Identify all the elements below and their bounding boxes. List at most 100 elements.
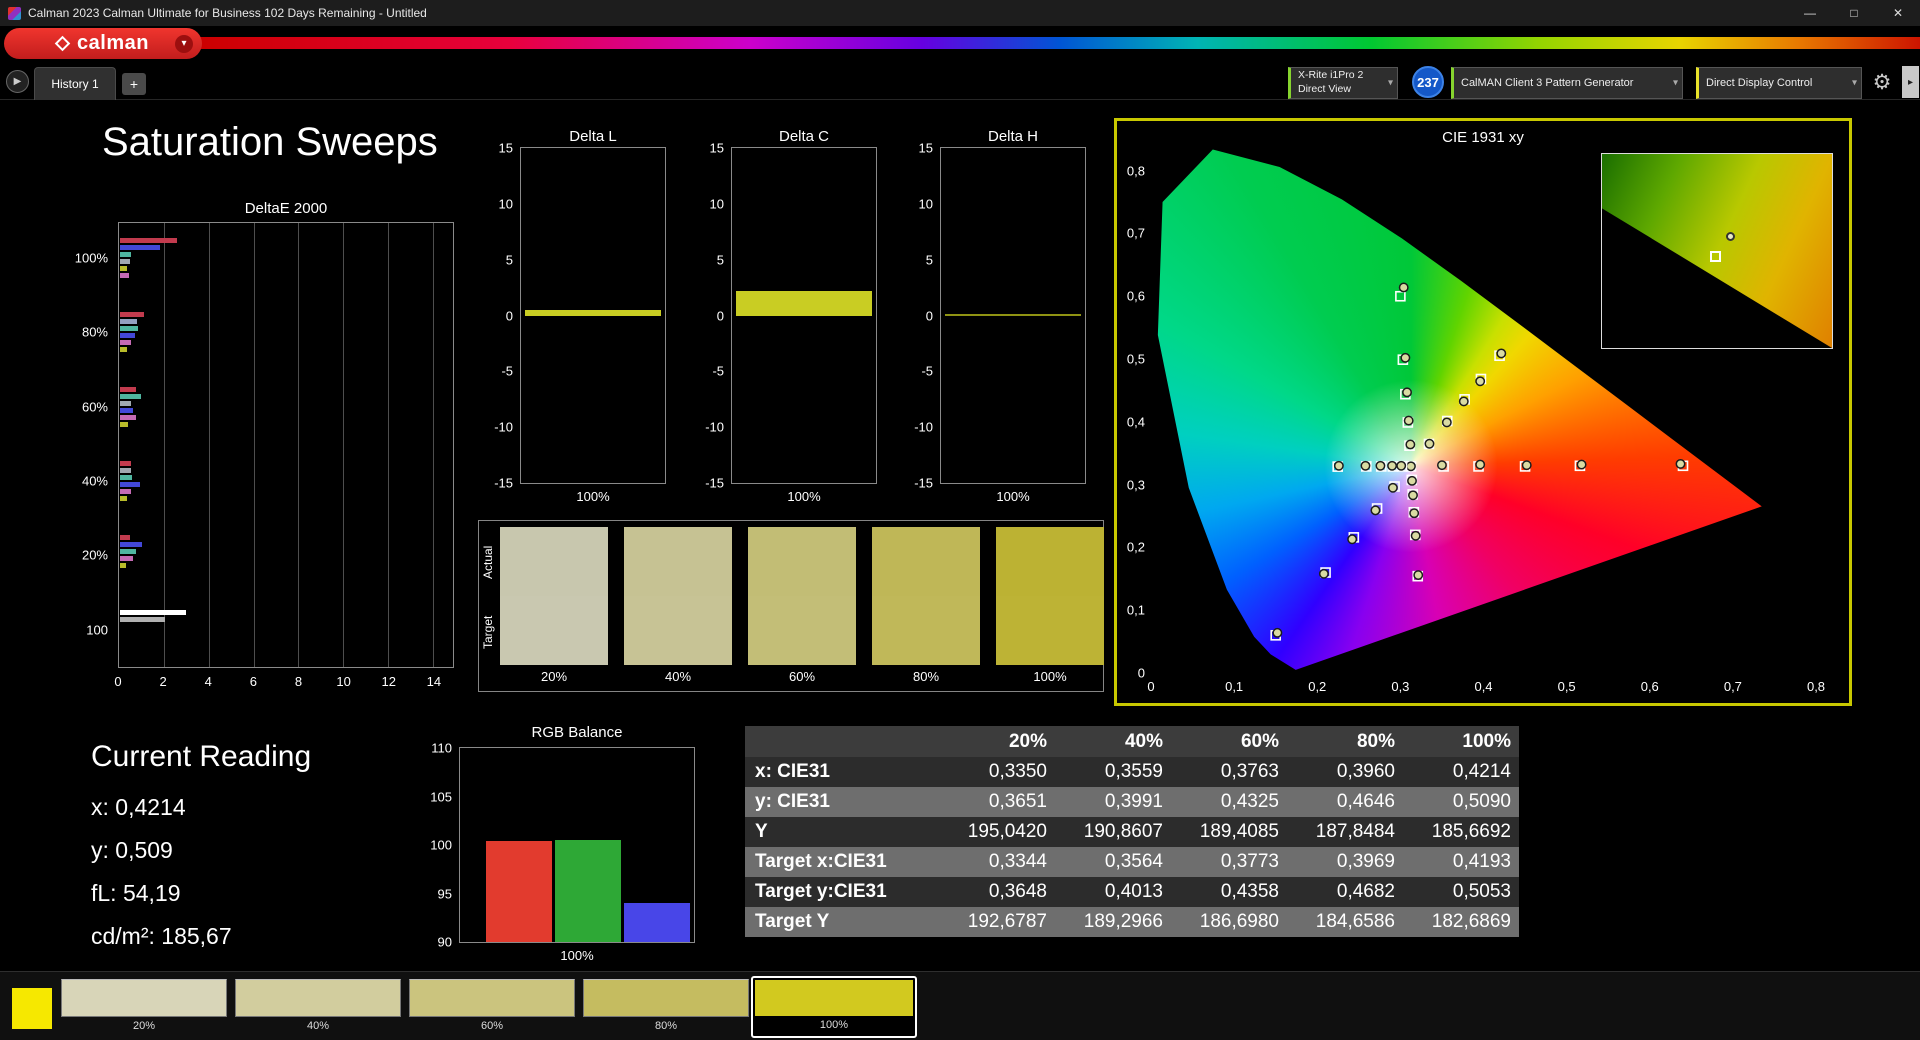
table-cell: 0,3960 <box>1336 761 1395 782</box>
meter-mode: Direct View <box>1298 83 1351 95</box>
close-button[interactable]: ✕ <box>1876 0 1920 26</box>
table-row: x: CIE31 0,3350 0,3559 0,3763 0,3960 0,4214 <box>745 757 1519 787</box>
add-tab-button[interactable]: + <box>122 73 146 95</box>
swatch-level-label: 20% <box>540 669 568 684</box>
patch-swatch-label: 40% <box>306 1020 330 1032</box>
patch-swatch-label: 20% <box>132 1020 156 1032</box>
swatch-target <box>872 596 980 665</box>
deltae-bar <box>120 333 135 339</box>
cie-measured-point <box>1475 459 1486 470</box>
meter-count-badge[interactable]: 237 <box>1412 66 1444 98</box>
meter-dropdown[interactable]: X-Rite i1Pro 2 Direct View ▾ <box>1288 67 1398 99</box>
rgb-balance-x-label: 100% <box>560 948 594 963</box>
deltae-chart-title: DeltaE 2000 <box>244 200 328 217</box>
gear-icon[interactable]: ⚙ <box>1868 68 1896 96</box>
calman-menu-button[interactable]: calman ▾ <box>4 28 202 59</box>
cie-measured-point <box>1436 460 1447 471</box>
table-cell: 0,4013 <box>1104 881 1163 902</box>
cie-measured-point <box>1458 396 1469 407</box>
cie-measured-point <box>1396 460 1407 471</box>
deltae-bar <box>120 542 143 548</box>
table-cell: 0,4325 <box>1220 791 1279 812</box>
deltae-bar-group <box>120 609 454 622</box>
delta-y-tick: -15 <box>705 475 724 491</box>
tab-bar: ▶ History 1 + X-Rite i1Pro 2 Direct View… <box>0 64 1920 100</box>
table-cell: 0,4358 <box>1220 881 1279 902</box>
current-reading-x: x: 0,4214 <box>91 794 186 820</box>
maximize-button[interactable]: □ <box>1832 0 1876 26</box>
table-cell: 0,3651 <box>988 791 1047 812</box>
swatch-column <box>624 527 732 665</box>
patch-swatch-80%[interactable]: 80% <box>583 979 749 1032</box>
delta-y-tick: 15 <box>709 140 724 156</box>
deltae-gridline <box>432 223 434 667</box>
cie-y-tick: 0,4 <box>1126 414 1145 430</box>
delta-y-tick: 15 <box>498 140 513 156</box>
delta-y-tick: 5 <box>505 252 513 268</box>
deltae-y-tick: 100% <box>74 250 108 266</box>
display-control-dropdown[interactable]: Direct Display Control ▾ <box>1696 67 1862 99</box>
chevron-down-icon: ▾ <box>1851 77 1857 89</box>
page-title: Saturation Sweeps <box>102 120 438 164</box>
tab-history-1[interactable]: History 1 <box>34 67 116 100</box>
deltae-bar <box>120 238 178 243</box>
table-cell: 0,3559 <box>1104 761 1163 782</box>
current-patch-preview <box>12 988 52 1029</box>
table-cell: 189,4085 <box>1199 821 1279 842</box>
deltae-bar <box>120 319 137 325</box>
cie-measured-point <box>1521 460 1532 471</box>
pattern-generator-dropdown[interactable]: CalMAN Client 3 Pattern Generator ▾ <box>1451 67 1683 99</box>
rgb-bar-red <box>486 841 552 942</box>
patch-swatch-color <box>235 979 401 1017</box>
window-title: Calman 2023 Calman Ultimate for Business… <box>28 6 427 20</box>
deltae-y-tick: 20% <box>81 547 108 563</box>
cie-x-tick: 0,5 <box>1557 679 1576 694</box>
deltae-chart <box>118 222 454 668</box>
rgb-balance-chart: 110 105 100 95 90 <box>430 741 695 950</box>
table-row: y: CIE31 0,3651 0,3991 0,4325 0,4646 0,5090 <box>745 787 1519 817</box>
cie-measured-point <box>1409 508 1420 519</box>
calman-menu-caret-icon[interactable]: ▾ <box>175 34 193 53</box>
delta-y-tick: 5 <box>716 252 724 268</box>
deltae-bar <box>120 326 138 332</box>
delta-y-tick: -5 <box>501 363 513 379</box>
deltae-y-tick: 60% <box>81 399 108 415</box>
patch-swatch-20%[interactable]: 20% <box>61 979 227 1032</box>
patch-swatch-40%[interactable]: 40% <box>235 979 401 1032</box>
deltae-x-axis: 0 2 4 6 8 10 12 14 <box>114 674 454 690</box>
deltae-gridline <box>388 223 390 667</box>
deltae-bar-group <box>120 312 454 353</box>
cie-y-tick: 0,8 <box>1126 163 1145 179</box>
calman-logo-text: calman <box>77 32 149 54</box>
delta-y-tick: 5 <box>925 252 933 268</box>
deltae-bar <box>120 616 165 622</box>
patch-swatch-60%[interactable]: 60% <box>409 979 575 1032</box>
history-drawer-button[interactable]: ▶ <box>6 70 29 93</box>
patch-swatch-100%[interactable]: 100% <box>751 976 917 1038</box>
table-header-row: 20% 40% 60% 80% 100% <box>745 726 1519 757</box>
current-reading-y: y: 0,509 <box>91 837 173 863</box>
swatch-column <box>748 527 856 665</box>
deltae-x-tick: 10 <box>336 674 351 689</box>
minimize-button[interactable]: — <box>1788 0 1832 26</box>
deltae-bar <box>120 482 141 487</box>
table-cell: 0,3991 <box>1104 791 1163 812</box>
deltae-bar-group <box>120 386 454 427</box>
table-row: Target Y 192,6787 189,2966 186,6980 184,6586… <box>745 907 1519 937</box>
table-row: Y 195,0420 190,8607 189,4085 187,8484 185,669… <box>745 817 1519 847</box>
table-cell: 0,3763 <box>1220 761 1279 782</box>
display-control-label: Direct Display Control <box>1706 76 1813 89</box>
deltae-bar <box>120 489 132 494</box>
deltae-bar <box>120 461 132 466</box>
delta-c-y-axis: 15 10 5 0 -5 -10 -15 <box>692 141 728 491</box>
side-panel-handle[interactable]: ▸ <box>1902 66 1919 98</box>
swatch-level-label: 80% <box>912 669 940 684</box>
cie-measured-point <box>1405 461 1416 472</box>
table-header-cell: 60% <box>1240 730 1279 752</box>
swatch-actual <box>996 527 1104 596</box>
swatch-comparison-panel: Actual Target 20% 40% 60% 80% 100% <box>478 520 1104 692</box>
table-header-cell: 100% <box>1462 730 1511 752</box>
delta-h-plot: 15 10 5 0 -5 -10 -15 <box>914 141 1086 491</box>
table-cell: 0,3648 <box>988 881 1047 902</box>
delta-y-tick: -15 <box>494 475 513 491</box>
